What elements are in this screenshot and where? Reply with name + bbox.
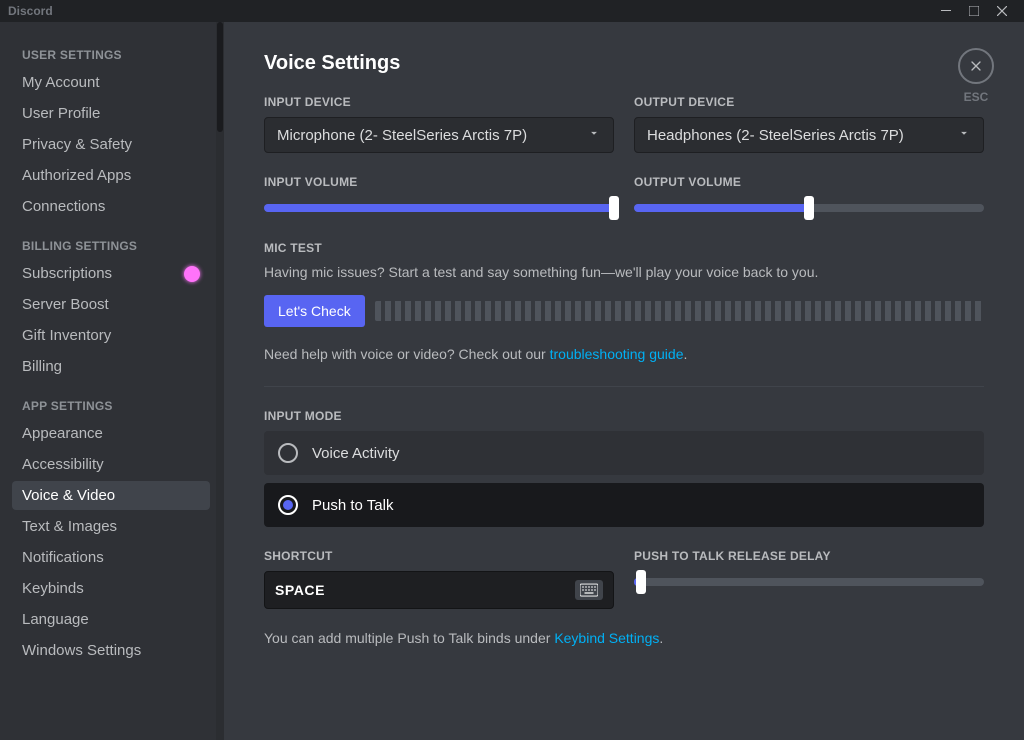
input-mode-push-to-talk[interactable]: Push to Talk <box>264 483 984 527</box>
ptt-delay-label: PUSH TO TALK RELEASE DELAY <box>634 549 984 563</box>
sidebar-item-billing[interactable]: Billing <box>12 352 210 381</box>
sidebar-item-voice-video[interactable]: Voice & Video <box>12 481 210 510</box>
sidebar-item-privacy-safety[interactable]: Privacy & Safety <box>12 130 210 159</box>
sidebar-item-label: Privacy & Safety <box>22 136 132 153</box>
nitro-icon <box>184 266 200 282</box>
window-minimize-button[interactable] <box>932 0 960 22</box>
app-name: Discord <box>8 4 53 18</box>
sidebar-section-header: BILLING SETTINGS <box>12 233 210 257</box>
output-device-label: OUTPUT DEVICE <box>634 95 984 109</box>
sidebar-item-label: Keybinds <box>22 580 84 597</box>
sidebar-item-keybinds[interactable]: Keybinds <box>12 574 210 603</box>
close-icon <box>958 48 994 84</box>
sidebar-item-label: Accessibility <box>22 456 104 473</box>
sidebar-item-my-account[interactable]: My Account <box>12 68 210 97</box>
sidebar-item-label: Subscriptions <box>22 265 112 282</box>
sidebar-item-label: My Account <box>22 74 100 91</box>
input-mode-label: INPUT MODE <box>264 409 984 423</box>
keybind-note: You can add multiple Push to Talk binds … <box>264 629 984 649</box>
sidebar-scrollbar[interactable] <box>216 22 224 740</box>
shortcut-field[interactable]: SPACE <box>264 571 614 609</box>
sidebar-item-server-boost[interactable]: Server Boost <box>12 290 210 319</box>
sidebar-item-label: Connections <box>22 198 105 215</box>
sidebar-section-header: USER SETTINGS <box>12 42 210 66</box>
sidebar-item-connections[interactable]: Connections <box>12 192 210 221</box>
radio-icon <box>278 495 298 515</box>
input-device-value: Microphone (2- SteelSeries Arctis 7P) <box>277 127 527 144</box>
mic-help-text: Need help with voice or video? Check out… <box>264 345 984 365</box>
sidebar-item-accessibility[interactable]: Accessibility <box>12 450 210 479</box>
sidebar-item-label: Server Boost <box>22 296 109 313</box>
shortcut-value: SPACE <box>275 582 325 598</box>
input-volume-slider[interactable] <box>264 197 614 219</box>
sidebar-item-label: Gift Inventory <box>22 327 111 344</box>
mic-test-label: MIC TEST <box>264 241 984 255</box>
sidebar-section-header: APP SETTINGS <box>12 393 210 417</box>
ptt-delay-slider[interactable] <box>634 571 984 593</box>
sidebar-item-label: Text & Images <box>22 518 117 535</box>
page-title: Voice Settings <box>264 52 984 75</box>
radio-icon <box>278 443 298 463</box>
sidebar-item-label: Voice & Video <box>22 487 115 504</box>
shortcut-label: SHORTCUT <box>264 549 614 563</box>
sidebar-item-gift-inventory[interactable]: Gift Inventory <box>12 321 210 350</box>
output-volume-slider[interactable] <box>634 197 984 219</box>
mic-test-button[interactable]: Let's Check <box>264 295 365 327</box>
output-device-select[interactable]: Headphones (2- SteelSeries Arctis 7P) <box>634 117 984 153</box>
sidebar-item-text-images[interactable]: Text & Images <box>12 512 210 541</box>
mic-test-desc: Having mic issues? Start a test and say … <box>264 263 984 283</box>
keybind-settings-link[interactable]: Keybind Settings <box>554 630 659 646</box>
sidebar-item-subscriptions[interactable]: Subscriptions <box>12 259 210 288</box>
keyboard-icon <box>575 580 603 600</box>
close-esc-label: ESC <box>964 90 989 104</box>
troubleshooting-link[interactable]: troubleshooting guide <box>550 346 684 362</box>
sidebar-item-notifications[interactable]: Notifications <box>12 543 210 572</box>
divider <box>264 386 984 387</box>
sidebar-item-label: Notifications <box>22 549 104 566</box>
sidebar-item-label: Windows Settings <box>22 642 141 659</box>
window-maximize-button[interactable] <box>960 0 988 22</box>
input-device-select[interactable]: Microphone (2- SteelSeries Arctis 7P) <box>264 117 614 153</box>
chevron-down-icon <box>957 126 971 144</box>
input-mode-voice-activity[interactable]: Voice Activity <box>264 431 984 475</box>
output-volume-label: OUTPUT VOLUME <box>634 175 984 189</box>
sidebar-item-label: Authorized Apps <box>22 167 131 184</box>
sidebar-item-label: Billing <box>22 358 62 375</box>
mic-test-meter <box>375 301 984 321</box>
title-bar: Discord <box>0 0 1024 22</box>
sidebar-item-language[interactable]: Language <box>12 605 210 634</box>
input-device-label: INPUT DEVICE <box>264 95 614 109</box>
close-settings-button[interactable]: ESC <box>958 48 994 104</box>
sidebar-item-label: Language <box>22 611 89 628</box>
settings-sidebar: USER SETTINGS My Account User Profile Priva… <box>0 22 216 740</box>
output-device-value: Headphones (2- SteelSeries Arctis 7P) <box>647 127 904 144</box>
chevron-down-icon <box>587 126 601 144</box>
sidebar-item-authorized-apps[interactable]: Authorized Apps <box>12 161 210 190</box>
input-volume-label: INPUT VOLUME <box>264 175 614 189</box>
sidebar-item-label: User Profile <box>22 105 100 122</box>
window-close-button[interactable] <box>988 0 1016 22</box>
sidebar-item-label: Appearance <box>22 425 103 442</box>
sidebar-item-appearance[interactable]: Appearance <box>12 419 210 448</box>
sidebar-item-windows-settings[interactable]: Windows Settings <box>12 636 210 665</box>
radio-label: Voice Activity <box>312 445 400 462</box>
radio-label: Push to Talk <box>312 497 393 514</box>
sidebar-item-user-profile[interactable]: User Profile <box>12 99 210 128</box>
